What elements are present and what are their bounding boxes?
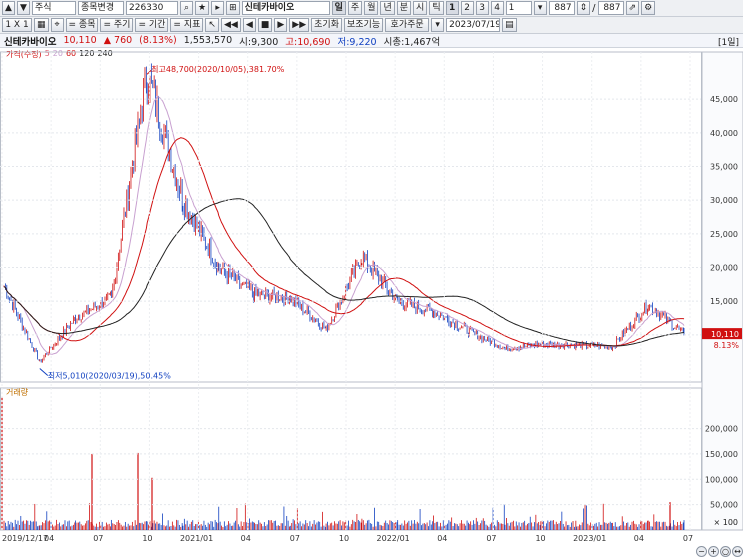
x-tick-label: 04	[437, 534, 447, 543]
x-tick-label: 2019/12/17	[2, 534, 48, 543]
x-tick-label: 2021/01	[180, 534, 213, 543]
price-tick-label: 15,000	[710, 297, 738, 306]
x-tick-label: 04	[634, 534, 644, 543]
volume-pane	[0, 387, 702, 531]
x-tick-label: 10	[339, 534, 349, 543]
zoom-out-icon[interactable]: −	[696, 546, 707, 557]
price-tick-label: 25,000	[710, 230, 738, 239]
price-tag-pct: 8.13%	[714, 341, 740, 350]
x-tick-label: 07	[290, 534, 300, 543]
x-tick-label: 04	[241, 534, 251, 543]
price-tick-label: 45,000	[710, 95, 738, 104]
price-tick-label: 20,000	[710, 264, 738, 273]
zoom-in-icon[interactable]: +	[708, 546, 719, 557]
x-tick-label: 07	[486, 534, 496, 543]
x-tick-label: 2023/01	[573, 534, 606, 543]
price-tick-label: 30,000	[710, 196, 738, 205]
stock-chart[interactable]: 10,00015,00020,00025,00030,00035,00040,0…	[0, 0, 743, 557]
low-annotation-leader	[39, 368, 49, 376]
scroll-icon[interactable]: ↔	[732, 546, 743, 557]
ma120-line	[3, 198, 685, 347]
volume-tick-label: 100,000	[705, 475, 738, 484]
x-tick-label: 07	[93, 534, 103, 543]
volume-legend: 거래량	[6, 388, 29, 397]
zoom-reset-icon[interactable]: ○	[720, 546, 731, 557]
volume-tick-label: 50,000	[710, 501, 738, 510]
price-tick-label: 35,000	[710, 162, 738, 171]
x-tick-label: 2022/01	[377, 534, 410, 543]
x-tick-label: 10	[142, 534, 152, 543]
volume-unit-label: × 100	[713, 518, 738, 527]
low-annotation: 최저5,010(2020/03/19),50.45%	[48, 370, 171, 380]
x-tick-label: 10	[535, 534, 545, 543]
price-tag-value: 10,110	[711, 330, 739, 339]
volume-tick-label: 200,000	[705, 425, 738, 434]
zoom-controls: − + ○ ↔	[696, 546, 743, 557]
price-pane	[0, 51, 702, 383]
x-tick-label: 04	[44, 534, 54, 543]
volume-tick-label: 150,000	[705, 450, 738, 459]
ma60-line	[3, 137, 685, 348]
high-annotation: 최고48,700(2020/10/05),381.70%	[151, 64, 285, 74]
ma20-line	[3, 95, 685, 355]
x-tick-label: 07	[683, 534, 693, 543]
price-tick-label: 40,000	[710, 129, 738, 138]
